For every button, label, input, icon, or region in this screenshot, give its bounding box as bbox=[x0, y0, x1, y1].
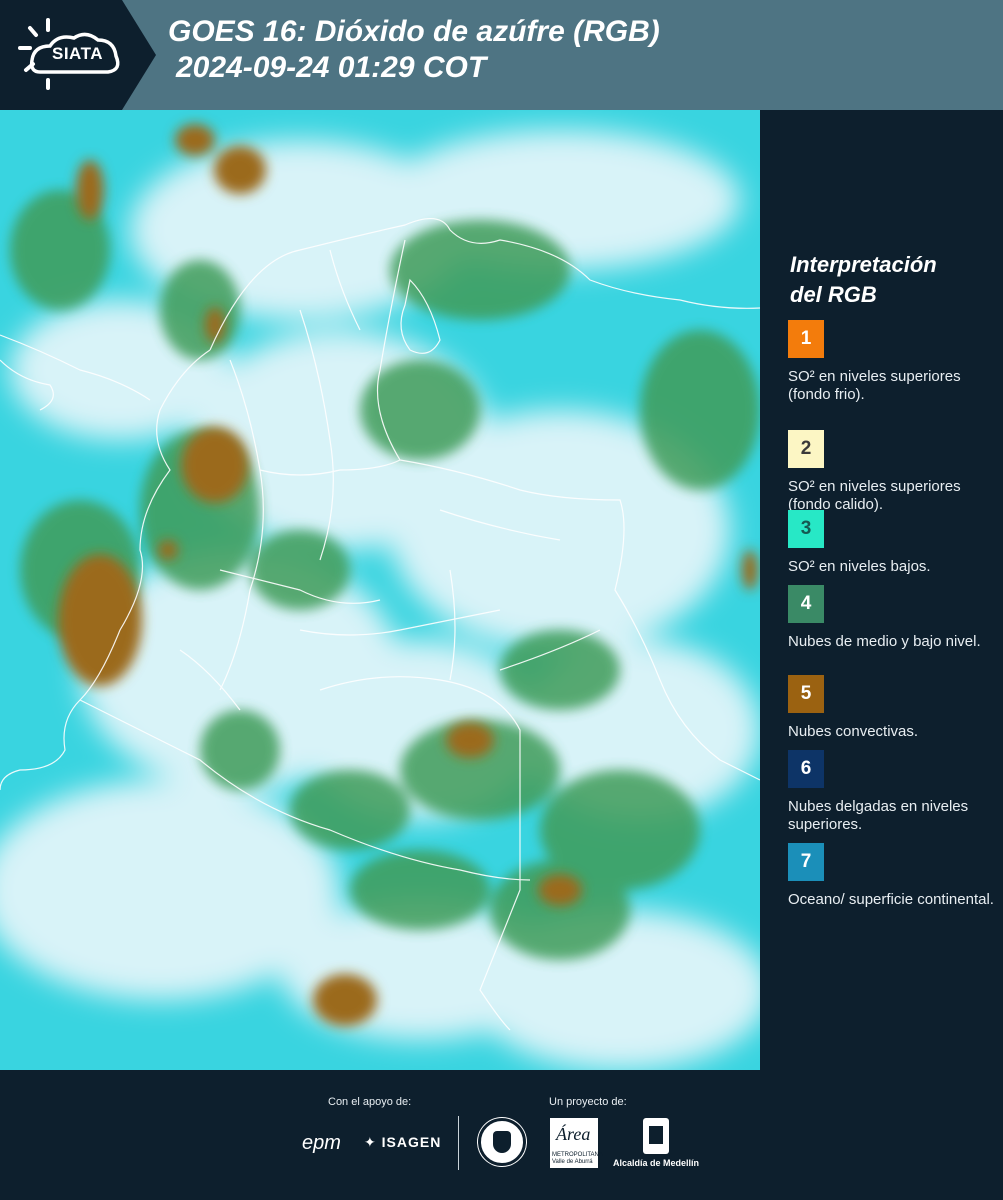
legend-swatch: 1 bbox=[788, 320, 824, 358]
legend-label: SO² en niveles superiores (fondo calido)… bbox=[788, 478, 961, 513]
legend-item-2: 2 SO² en niveles superiores (fondo calido… bbox=[788, 430, 998, 514]
legend-title-line2: del RGB bbox=[790, 282, 877, 307]
legend-swatch: 6 bbox=[788, 750, 824, 788]
support-label: Con el apoyo de: bbox=[328, 1096, 412, 1108]
legend-label: Nubes delgadas en niveles superiores. bbox=[788, 798, 969, 833]
area-metropolitana-logo: Área METROPOLITANA Valle de Aburrá bbox=[550, 1118, 603, 1168]
legend-swatch: 4 bbox=[788, 585, 824, 623]
legend-label: Oceano/ superficie continental. bbox=[788, 891, 994, 908]
legend-swatch: 3 bbox=[788, 510, 824, 548]
satellite-map bbox=[0, 110, 760, 1070]
alcaldia-shield-icon bbox=[643, 1118, 669, 1154]
footer-bar: Con el apoyo de: Un proyecto de: epm ✦ I… bbox=[0, 1070, 1003, 1200]
isagen-text: ISAGEN bbox=[381, 1134, 442, 1150]
header-bar: SIATA GOES 16: Dióxido de azúfre (RGB) 2… bbox=[0, 0, 1003, 110]
footer-divider bbox=[458, 1116, 459, 1170]
legend-item-4: 4 Nubes de medio y bajo nivel. bbox=[788, 585, 998, 651]
legend-swatch: 5 bbox=[788, 675, 824, 713]
siata-logo: SIATA bbox=[0, 0, 160, 110]
legend-item-3: 3 SO² en niveles bajos. bbox=[788, 510, 998, 576]
page-title: GOES 16: Dióxido de azúfre (RGB) 2024-09… bbox=[168, 14, 660, 86]
legend-title-line1: Interpretación bbox=[790, 252, 937, 277]
legend-item-7: 7 Oceano/ superficie continental. bbox=[788, 843, 998, 909]
logo-text: SIATA bbox=[52, 44, 103, 63]
legend-label: SO² en niveles superiores (fondo frio). bbox=[788, 368, 961, 403]
legend-label: Nubes convectivas. bbox=[788, 723, 919, 740]
legend-label: SO² en niveles bajos. bbox=[788, 558, 931, 575]
legend-swatch: 7 bbox=[788, 843, 824, 881]
epm-logo: epm bbox=[302, 1132, 341, 1154]
isagen-logo: ✦ ISAGEN bbox=[364, 1134, 442, 1150]
legend-label: Nubes de medio y bajo nivel. bbox=[788, 633, 981, 650]
title-product: GOES 16: Dióxido de azúfre (RGB) bbox=[168, 15, 660, 48]
legend-item-1: 1 SO² en niveles superiores (fondo frio). bbox=[788, 320, 998, 404]
legend-panel: Interpretación del RGB 1 SO² en niveles s… bbox=[760, 110, 1003, 1070]
legend-item-5: 5 Nubes convectivas. bbox=[788, 675, 998, 741]
project-label: Un proyecto de: bbox=[549, 1096, 627, 1108]
metro-logo-big: Área bbox=[556, 1124, 591, 1144]
legend-title: Interpretación del RGB bbox=[790, 250, 937, 310]
legend-swatch: 2 bbox=[788, 430, 824, 468]
siata-seal-icon bbox=[478, 1118, 526, 1166]
alcaldia-logo-text: Alcaldía de Medellín bbox=[613, 1158, 700, 1168]
legend-item-6: 6 Nubes delgadas en niveles superiores. bbox=[788, 750, 998, 834]
title-timestamp: 2024-09-24 01:29 COT bbox=[176, 51, 487, 84]
metro-logo-small: METROPOLITANA Valle de Aburrá bbox=[552, 1152, 603, 1165]
